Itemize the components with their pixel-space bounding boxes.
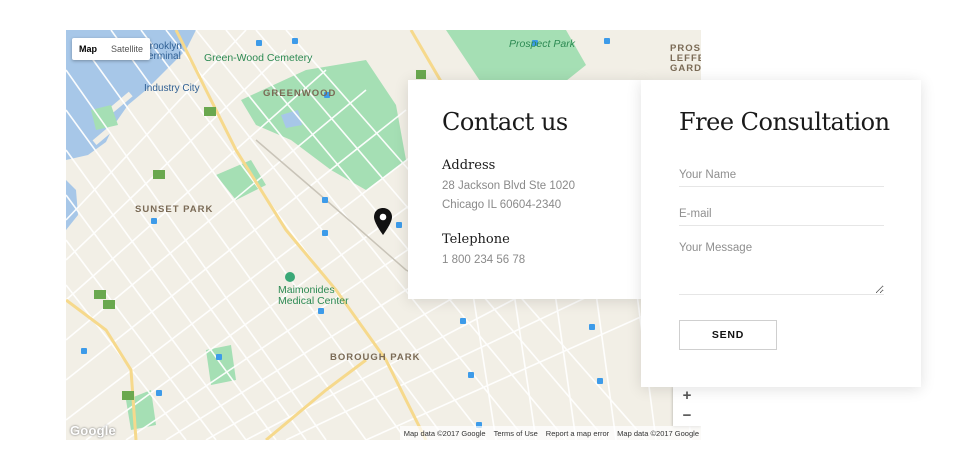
map-label-prospect-park: Prospect Park [509,38,575,50]
google-logo: Google [70,423,116,438]
terms-of-use-link[interactable]: Terms of Use [494,429,538,438]
location-pin-icon[interactable] [373,208,393,236]
map-data-credit: Map data ©2017 Google [403,428,486,438]
send-button[interactable]: SEND [679,320,777,350]
report-map-error-link[interactable]: Report a map error [546,429,609,438]
message-textarea[interactable] [679,242,884,295]
consultation-form-card: Free Consultation SEND [641,80,921,387]
contact-title: Contact us [442,108,568,136]
zoom-in-button[interactable]: + [673,386,701,406]
map-type-satellite-button[interactable]: Satellite [104,38,150,60]
address-line-2: Chicago IL 60604-2340 [442,199,562,211]
telephone-number: 1 800 234 56 78 [442,254,526,266]
map-label-greenwood-cemetery: Green-Wood Cemetery [204,52,313,64]
map-label-maimonides: Maimonides Medical Center [278,284,349,307]
map-attribution: Map data ©2017 Google Terms of Use Repor… [399,426,701,440]
map-label-prospect-lefferts: PROSF LEFFE GARD [670,43,701,74]
consultation-title: Free Consultation [679,108,890,136]
telephone-label: Telephone [442,232,510,247]
map-label-greenwood: GREENWOOD [263,88,337,99]
contact-card: Contact us Address 28 Jackson Blvd Ste 1… [408,80,643,299]
zoom-control[interactable]: + − [673,386,701,426]
name-input[interactable] [679,164,884,187]
map-label-industry-city: Industry City [144,83,200,94]
map-type-map-button[interactable]: Map [72,38,104,60]
address-label: Address [442,158,496,173]
map-type-control[interactable]: Map Satellite [72,38,151,60]
map-label-borough-park: BOROUGH PARK [330,352,421,363]
email-input[interactable] [679,203,884,226]
map-label-sunset-park: SUNSET PARK [135,204,214,215]
address-line-1: 28 Jackson Blvd Ste 1020 [442,180,575,192]
zoom-out-button[interactable]: − [673,406,701,426]
map-data-credit-2: Map data ©2017 Google [617,428,699,438]
